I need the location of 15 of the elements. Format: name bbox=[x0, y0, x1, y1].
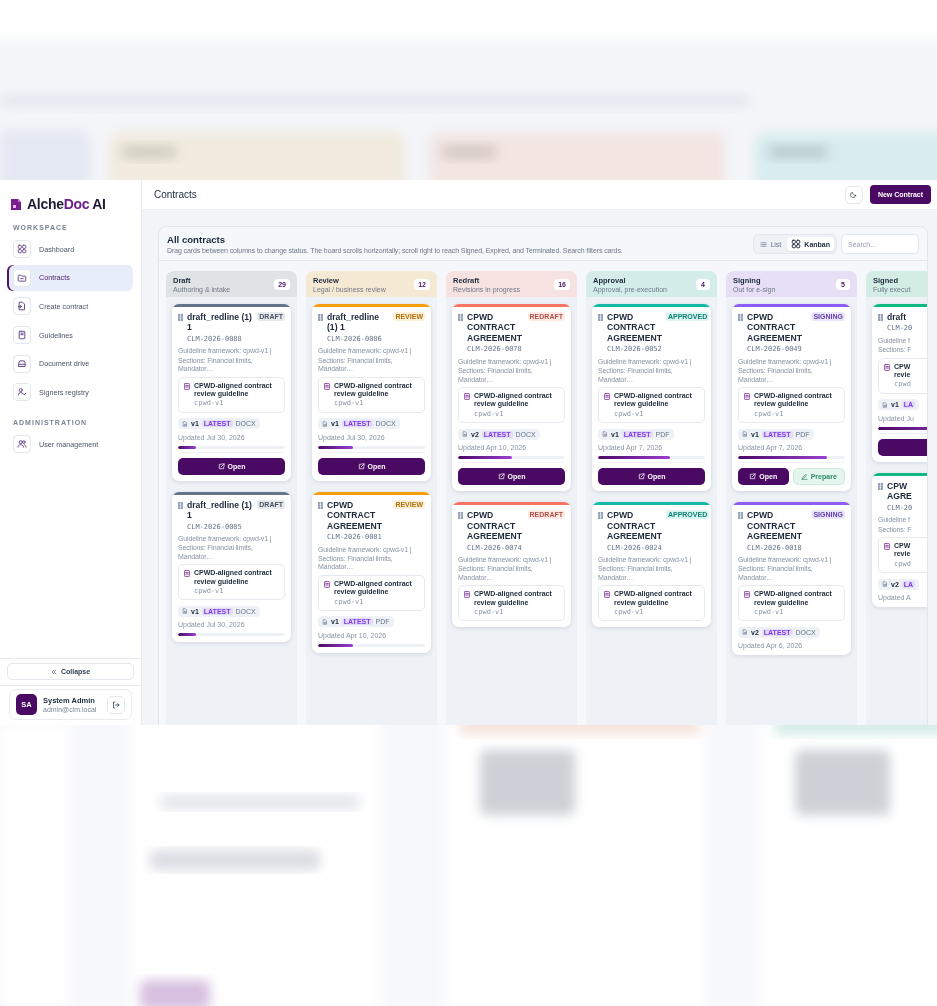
card-title: CPWD CONTRACT AGREEMENT bbox=[327, 499, 383, 532]
card-title: draft_redline (1) 1 bbox=[187, 312, 253, 333]
card-title: CPWD CONTRACT AGREEMENT bbox=[467, 312, 523, 344]
board-title: All contracts bbox=[167, 234, 227, 245]
card-title: draft_redline (1) 1 bbox=[187, 499, 253, 521]
card-title: CPW AGRE bbox=[887, 480, 913, 502]
card-title: CPWD CONTRACT AGREEMENT bbox=[607, 312, 662, 344]
card-title: CPWD CONTRACT AGREEMENT bbox=[747, 312, 803, 344]
card-title: CPWD CONTRACT AGREEMENT bbox=[747, 510, 803, 542]
app-name: AlcheDoc AI bbox=[27, 196, 106, 212]
card-title: CPWD CONTRACT AGREEMENT bbox=[467, 510, 523, 542]
page-title: Contracts bbox=[154, 189, 197, 200]
card-title: draft_redline (1) 1 bbox=[327, 312, 381, 333]
card-title: draft bbox=[887, 312, 908, 323]
card-title: CPWD CONTRACT AGREEMENT bbox=[607, 510, 662, 542]
